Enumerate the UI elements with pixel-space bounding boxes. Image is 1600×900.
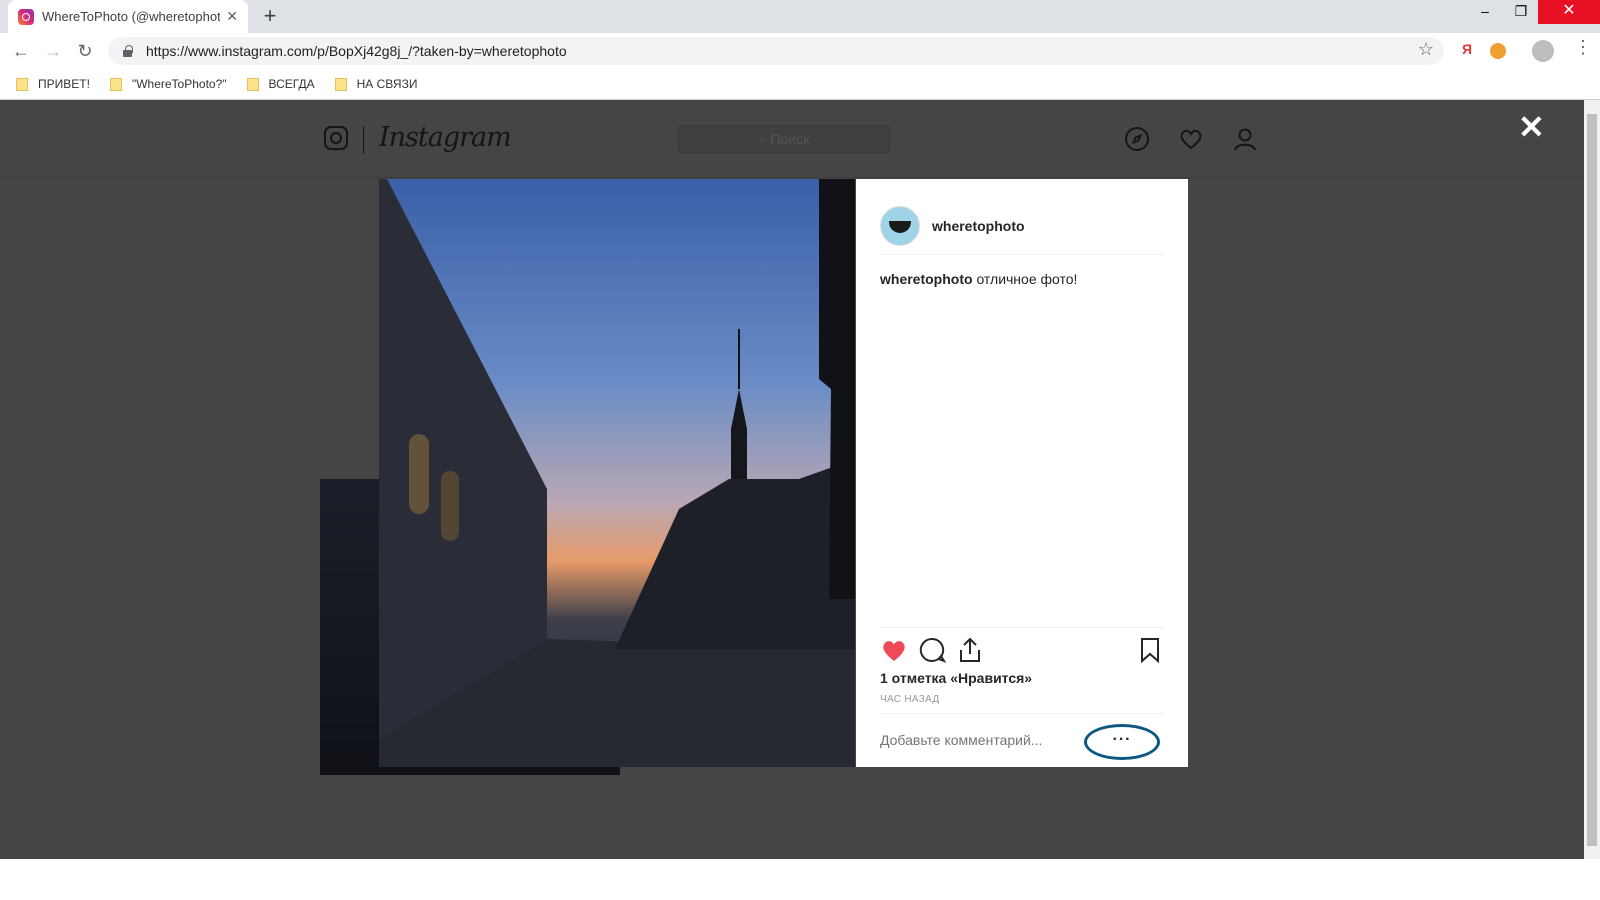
post-caption: wheretophoto отличное фото! (880, 271, 1077, 287)
new-tab-button[interactable]: + (258, 4, 282, 28)
post-details-panel: wheretophoto wheretophoto отличное фото!… (856, 179, 1188, 767)
caption-username[interactable]: wheretophoto (880, 271, 973, 287)
scrollbar-thumb[interactable] (1587, 114, 1597, 846)
post-timestamp[interactable]: ЧАС НАЗАД (880, 694, 939, 705)
folder-icon (16, 77, 28, 91)
instagram-camera-icon[interactable] (324, 126, 348, 150)
header-divider (363, 126, 364, 154)
page-viewport: Instagram ⌕ Поиск ✕ wheretophoto whereto… (0, 100, 1584, 859)
folder-icon (109, 77, 122, 91)
folder-icon (246, 77, 259, 91)
save-bookmark-icon[interactable] (1136, 636, 1164, 664)
search-input[interactable]: ⌕ Поиск (678, 125, 890, 153)
tab-strip: WhereToPhoto (@wheretophoto ✕ + – ❐ ✕ (0, 0, 1600, 33)
bookmark-folder-4[interactable]: НА СВЯЗИ (334, 77, 417, 91)
bookmark-folder-2[interactable]: "WhereToPhoto?" (109, 77, 227, 91)
profile-avatar-icon[interactable] (1532, 40, 1554, 62)
post-username[interactable]: wheretophoto (932, 218, 1025, 234)
more-options-button[interactable]: ··· (1084, 724, 1160, 760)
post-photo[interactable] (379, 179, 855, 767)
instagram-header: Instagram ⌕ Поиск (0, 100, 1584, 178)
bookmark-star-icon[interactable]: ☆ (1418, 39, 1434, 60)
avatar[interactable] (880, 205, 920, 246)
street-scene-image (379, 179, 855, 767)
explore-compass-icon[interactable] (1124, 126, 1150, 152)
yandex-extension-icon[interactable]: Я (1462, 41, 1472, 57)
bookmark-folder-3[interactable]: ВСЕГДА (246, 77, 315, 91)
instagram-wordmark[interactable]: Instagram (379, 122, 512, 153)
folder-icon (334, 77, 347, 91)
comment-input[interactable] (880, 732, 1110, 748)
likes-count[interactable]: 1 отметка «Нравится» (880, 670, 1032, 686)
post-header: wheretophoto (880, 197, 1164, 255)
caption-text: отличное фото! (976, 271, 1078, 287)
address-bar[interactable]: https://www.instagram.com/p/BopXj42g8j_/… (108, 37, 1444, 65)
profile-user-icon[interactable] (1232, 126, 1258, 152)
tab-close-icon[interactable]: ✕ (226, 8, 238, 25)
tab-title: WhereToPhoto (@wheretophoto (42, 9, 221, 24)
bookmark-folder-1[interactable]: ПРИВЕТ! (16, 77, 90, 91)
close-modal-button[interactable]: ✕ (1518, 108, 1545, 146)
like-heart-icon[interactable] (880, 636, 908, 664)
browser-tab[interactable]: WhereToPhoto (@wheretophoto ✕ (8, 0, 248, 33)
back-button[interactable]: ← (9, 39, 33, 63)
bookmarks-bar: ПРИВЕТ! "WhereToPhoto?" ВСЕГДА НА СВЯЗИ (0, 69, 1600, 100)
menu-kebab-icon[interactable]: ⋮ (1574, 37, 1592, 58)
action-icons-row (880, 636, 1164, 666)
scrollbar[interactable] (1584, 100, 1600, 859)
window-close-button[interactable]: ✕ (1538, 0, 1600, 24)
comment-bar: ··· (880, 713, 1164, 767)
url-text: https://www.instagram.com/p/BopXj42g8j_/… (146, 43, 567, 59)
instagram-favicon-icon (18, 8, 34, 25)
share-icon[interactable] (956, 636, 984, 664)
comment-bubble-icon[interactable] (918, 636, 946, 664)
reload-button[interactable]: ↻ (73, 39, 97, 63)
browser-toolbar: ← → ↻ https://www.instagram.com/p/BopXj4… (0, 33, 1600, 69)
activity-heart-icon[interactable] (1178, 126, 1204, 152)
cookie-extension-icon[interactable] (1490, 43, 1506, 59)
lock-icon (122, 45, 134, 57)
forward-button[interactable]: → (41, 39, 65, 63)
